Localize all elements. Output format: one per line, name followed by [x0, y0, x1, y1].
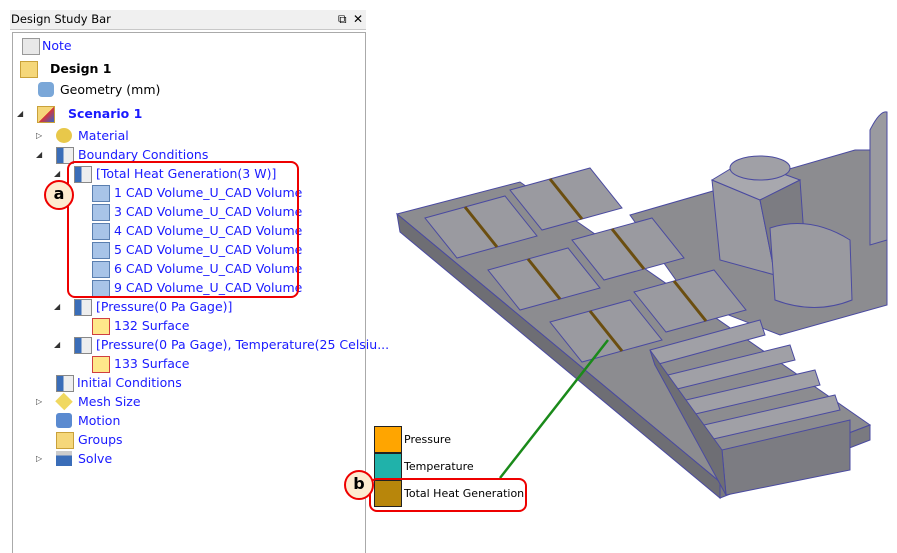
- legend-swatch: [374, 453, 402, 480]
- legend-swatch: [374, 426, 402, 453]
- cylinder-right: [869, 111, 888, 246]
- cylinder-top: [729, 155, 791, 181]
- legend-label: Pressure: [404, 433, 451, 446]
- legend-label: Temperature: [404, 460, 474, 473]
- cylinder: [769, 223, 853, 308]
- callout-b-badge: b: [344, 470, 374, 500]
- leader-line: [499, 339, 609, 479]
- callout-b-box: [369, 478, 527, 512]
